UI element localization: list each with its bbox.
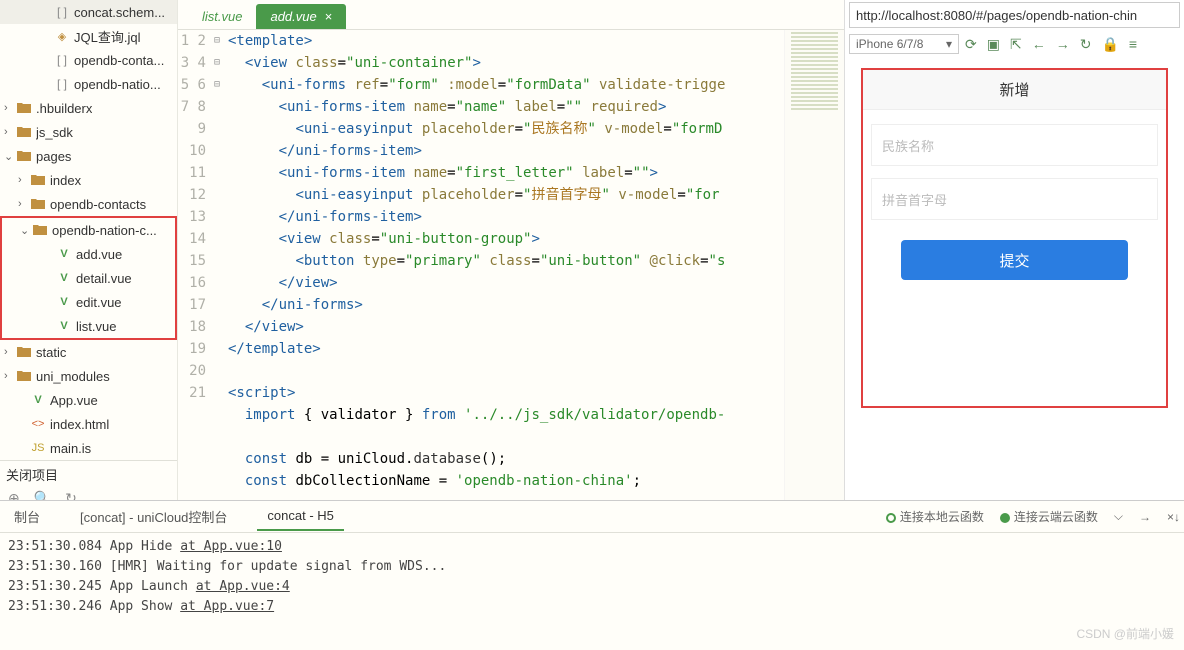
editor-tabs: list.vue add.vue× — [178, 0, 844, 30]
tree-item-18[interactable]: JS main.is — [0, 436, 177, 460]
console-panel: 制台 [concat] - uniCloud控制台 concat - H5 连接… — [0, 500, 1184, 650]
console-output[interactable]: 23:51:30.084 App Hide at App.vue:1023:51… — [0, 533, 1184, 621]
tree-item-14[interactable]: › static — [0, 340, 177, 364]
external-icon[interactable]: ⇱ — [1010, 36, 1022, 53]
collapse-icon[interactable]: ⌵ — [1114, 509, 1123, 524]
tree-item-9[interactable]: ⌄ opendb-nation-c... — [2, 218, 175, 242]
cloud-status: 连接云端云函数 — [1014, 510, 1098, 524]
search-icon[interactable]: 🔍 — [34, 490, 51, 500]
tab-list-vue[interactable]: list.vue — [188, 4, 256, 29]
tree-item-13[interactable]: V list.vue — [2, 314, 175, 338]
local-status: 连接本地云函数 — [900, 510, 984, 524]
arrow-icon[interactable]: → — [1139, 510, 1151, 524]
tree-item-4[interactable]: › .hbuilderx — [0, 96, 177, 120]
minimap[interactable] — [784, 30, 844, 500]
back-icon[interactable]: ← — [1032, 36, 1046, 53]
device-select[interactable]: iPhone 6/7/8▾ — [849, 34, 959, 54]
console-tab-2[interactable]: [concat] - uniCloud控制台 — [70, 501, 237, 532]
tab-add-vue[interactable]: add.vue× — [256, 4, 346, 29]
filter-icon[interactable]: ⊕ — [8, 490, 20, 500]
console-tab-3[interactable]: concat - H5 — [257, 502, 343, 531]
tree-item-1[interactable]: ◈ JQL查询.jql — [0, 24, 177, 48]
code-editor[interactable]: 1 2 3 4 5 6 7 8 9 10 11 12 13 14 15 16 1… — [178, 30, 844, 500]
submit-button[interactable]: 提交 — [901, 240, 1128, 280]
tree-item-8[interactable]: › opendb-contacts — [0, 192, 177, 216]
close-project[interactable]: 关闭项目 — [0, 460, 177, 488]
tree-item-6[interactable]: ⌄ pages — [0, 144, 177, 168]
refresh-icon[interactable]: ⟳ — [965, 36, 977, 53]
sync-icon[interactable]: ↻ — [65, 490, 77, 500]
tree-item-2[interactable]: [ ] opendb-conta... — [0, 48, 177, 72]
url-bar[interactable]: http://localhost:8080/#/pages/opendb-nat… — [849, 2, 1180, 28]
pinyin-input[interactable]: 拼音首字母 — [871, 178, 1158, 220]
name-input[interactable]: 民族名称 — [871, 124, 1158, 166]
tree-item-0[interactable]: [ ] concat.schem... — [0, 0, 177, 24]
editor-area: list.vue add.vue× 1 2 3 4 5 6 7 8 9 10 1… — [178, 0, 844, 500]
phone-preview: 新增 民族名称 拼音首字母 提交 — [861, 68, 1168, 408]
tree-item-10[interactable]: V add.vue — [2, 242, 175, 266]
screenshot-icon[interactable]: ▣ — [987, 36, 1000, 53]
console-tab-1[interactable]: 制台 — [4, 501, 50, 532]
tree-item-7[interactable]: › index — [0, 168, 177, 192]
file-explorer: [ ] concat.schem... ◈ JQL查询.jql [ ] open… — [0, 0, 178, 500]
preview-pane: http://localhost:8080/#/pages/opendb-nat… — [844, 0, 1184, 500]
more-icon[interactable]: ≡ — [1129, 36, 1137, 53]
tree-item-16[interactable]: V App.vue — [0, 388, 177, 412]
reload-icon[interactable]: ↻ — [1080, 36, 1092, 53]
lock-icon[interactable]: 🔒 — [1101, 36, 1118, 53]
tree-item-11[interactable]: V detail.vue — [2, 266, 175, 290]
tree-item-17[interactable]: <> index.html — [0, 412, 177, 436]
close-console-icon[interactable]: ×↓ — [1167, 510, 1180, 524]
sidebar-toolbar: ⊕ 🔍 ↻ — [0, 488, 177, 500]
tree-item-12[interactable]: V edit.vue — [2, 290, 175, 314]
page-title: 新增 — [863, 70, 1166, 110]
watermark: CSDN @前端小媛 — [1076, 625, 1174, 642]
tree-item-15[interactable]: › uni_modules — [0, 364, 177, 388]
close-icon[interactable]: × — [325, 9, 333, 24]
tree-item-3[interactable]: [ ] opendb-natio... — [0, 72, 177, 96]
forward-icon[interactable]: → — [1056, 36, 1070, 53]
chevron-down-icon: ▾ — [946, 37, 952, 51]
tree-item-5[interactable]: › js_sdk — [0, 120, 177, 144]
